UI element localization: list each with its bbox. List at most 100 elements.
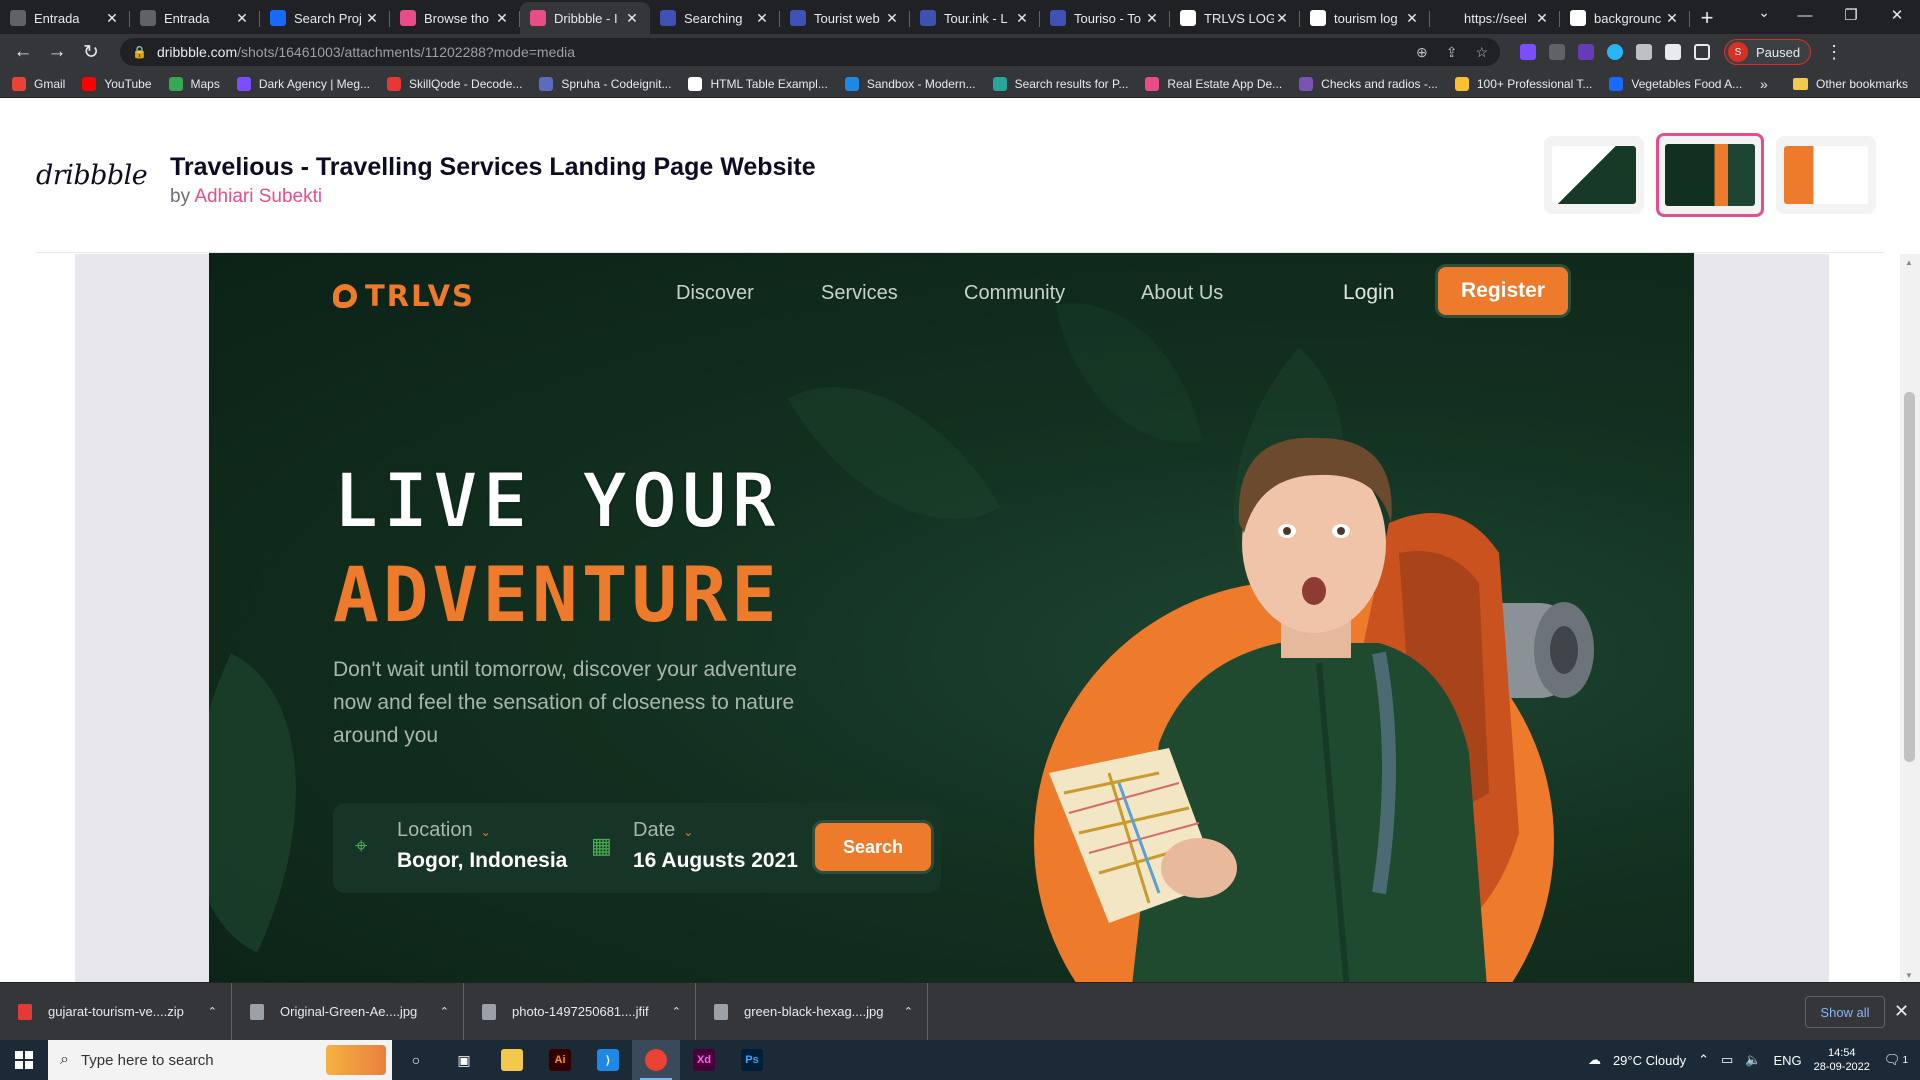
extension-icon[interactable] <box>1520 44 1536 60</box>
download-item[interactable]: photo-1497250681....jfif ⌃ <box>464 982 696 1041</box>
address-bar[interactable]: 🔒 dribbble.com/shots/16461003/attachment… <box>120 38 1500 66</box>
scroll-up-icon[interactable]: ▲ <box>1905 258 1913 267</box>
bookmark-item[interactable]: Spruha - Codeignit... <box>539 76 671 91</box>
puzzle-icon[interactable] <box>1636 44 1652 60</box>
zoom-icon[interactable]: ⊕ <box>1416 44 1428 61</box>
chevron-up-icon[interactable]: ⌃ <box>904 1005 913 1018</box>
browser-tab[interactable]: TRLVS LOGO✕ <box>1170 2 1300 34</box>
cortana-icon[interactable]: ○ <box>392 1040 440 1080</box>
close-tab-icon[interactable]: ✕ <box>1664 10 1680 27</box>
bookmarks-overflow-icon[interactable]: » <box>1760 76 1768 92</box>
bookmark-item[interactable]: Gmail <box>12 76 65 91</box>
show-all-button[interactable]: Show all <box>1805 996 1885 1028</box>
minimize-icon[interactable]: — <box>1782 0 1828 30</box>
attachment-thumbnail[interactable] <box>1776 136 1876 214</box>
chevron-up-icon[interactable]: ⌃ <box>1698 1052 1709 1068</box>
bookmark-item[interactable]: Sandbox - Modern... <box>844 76 976 91</box>
menu-icon[interactable]: ⋮ <box>1825 42 1843 63</box>
page-scrollbar[interactable]: ▲ ▼ <box>1900 254 1920 982</box>
author-link[interactable]: Adhiari Subekti <box>194 186 322 207</box>
chevron-up-icon[interactable]: ⌃ <box>440 1005 449 1018</box>
other-bookmarks[interactable]: Other bookmarks <box>1793 77 1908 91</box>
browser-tab[interactable]: Entrada ✕ <box>130 2 260 34</box>
back-icon[interactable]: ← <box>8 37 38 67</box>
bookmark-item[interactable]: HTML Table Exampl... <box>688 76 828 91</box>
browser-tab[interactable]: Tour.ink - L ✕ <box>910 2 1040 34</box>
extension-icon[interactable] <box>1578 44 1594 60</box>
network-icon[interactable]: ▭ <box>1721 1052 1733 1068</box>
browser-tab[interactable]: Entrada ✕ <box>0 2 130 34</box>
new-tab-icon[interactable]: + <box>1690 2 1724 34</box>
file-explorer-icon[interactable] <box>488 1040 536 1080</box>
bookmark-item[interactable]: Checks and radios -... <box>1299 76 1438 91</box>
close-tab-icon[interactable]: ✕ <box>1274 10 1290 27</box>
scrollbar-thumb[interactable] <box>1904 392 1915 762</box>
bookmark-item[interactable]: Vegetables Food A... <box>1609 76 1742 91</box>
extension-icon[interactable] <box>1607 44 1623 60</box>
browser-tab[interactable]: tourism log ✕ <box>1300 2 1430 34</box>
chevron-up-icon[interactable]: ⌃ <box>672 1005 681 1018</box>
bookmark-item[interactable]: Maps <box>168 76 220 91</box>
bookmark-favicon-icon <box>168 76 183 91</box>
reading-list-icon[interactable] <box>1665 44 1681 60</box>
headline-line-2: ADVENTURE <box>333 550 781 639</box>
browser-tab[interactable]: https://seel ✕ <box>1430 2 1560 34</box>
chrome-icon[interactable] <box>632 1040 680 1080</box>
bookmark-item[interactable]: Search results for P... <box>992 76 1128 91</box>
close-window-icon[interactable]: ✕ <box>1874 0 1920 30</box>
close-tab-icon[interactable]: ✕ <box>234 10 250 27</box>
download-item[interactable]: Original-Green-Ae....jpg ⌃ <box>232 982 464 1041</box>
adobe-xd-icon[interactable]: Xd <box>680 1040 728 1080</box>
extension-icon[interactable] <box>1549 44 1565 60</box>
bookmark-item[interactable]: 100+ Professional T... <box>1454 76 1592 91</box>
close-tab-icon[interactable]: ✕ <box>364 10 380 27</box>
reload-icon[interactable]: ↻ <box>76 37 106 67</box>
attachment-thumbnail[interactable] <box>1544 136 1644 214</box>
browser-tab[interactable]: Searching ✕ <box>650 2 780 34</box>
share-icon[interactable]: ⇪ <box>1446 44 1458 61</box>
browser-tab[interactable]: backgrounc ✕ <box>1560 2 1690 34</box>
dribbble-logo[interactable]: dribbble <box>36 160 148 191</box>
side-panel-icon[interactable] <box>1694 44 1710 60</box>
download-item[interactable]: green-black-hexag....jpg ⌃ <box>696 982 928 1041</box>
download-item[interactable]: gujarat-tourism-ve....zip ⌃ <box>0 982 232 1041</box>
bookmark-item[interactable]: Real Estate App De... <box>1145 76 1282 91</box>
tab-search-icon[interactable]: ⌄ <box>1758 4 1770 21</box>
browser-tab[interactable]: Touriso - To ✕ <box>1040 2 1170 34</box>
taskbar-search[interactable]: ⌕ Type here to search <box>48 1040 392 1080</box>
scroll-down-icon[interactable]: ▼ <box>1905 971 1913 980</box>
clock[interactable]: 14:54 28-09-2022 <box>1814 1046 1870 1074</box>
close-tab-icon[interactable]: ✕ <box>1014 10 1030 27</box>
bookmark-star-icon[interactable]: ☆ <box>1475 44 1488 61</box>
vscode-icon[interactable]: ⟩ <box>584 1040 632 1080</box>
close-tab-icon[interactable]: ✕ <box>494 10 510 27</box>
chevron-up-icon[interactable]: ⌃ <box>208 1005 217 1018</box>
language-indicator[interactable]: ENG <box>1773 1053 1801 1068</box>
task-view-icon[interactable]: ▣ <box>440 1040 488 1080</box>
browser-tab[interactable]: Browse tho ✕ <box>390 2 520 34</box>
weather-text[interactable]: 29°C Cloudy <box>1613 1053 1686 1068</box>
close-tab-icon[interactable]: ✕ <box>1404 10 1420 27</box>
bookmark-item[interactable]: Dark Agency | Meg... <box>236 76 370 91</box>
browser-tab[interactable]: Tourist web ✕ <box>780 2 910 34</box>
close-tab-icon[interactable]: ✕ <box>754 10 770 27</box>
close-tab-icon[interactable]: ✕ <box>624 10 640 27</box>
photoshop-icon[interactable]: Ps <box>728 1040 776 1080</box>
browser-tab[interactable]: Dribbble - I ✕ <box>520 2 650 34</box>
volume-icon[interactable]: 🔈 <box>1745 1052 1761 1068</box>
browser-tab[interactable]: Search Proj ✕ <box>260 2 390 34</box>
bookmark-item[interactable]: SkillQode - Decode... <box>387 76 522 91</box>
close-tab-icon[interactable]: ✕ <box>1534 10 1550 27</box>
close-tab-icon[interactable]: ✕ <box>1144 10 1160 27</box>
illustrator-icon[interactable]: Ai <box>536 1040 584 1080</box>
start-button[interactable] <box>0 1040 48 1080</box>
close-tab-icon[interactable]: ✕ <box>884 10 900 27</box>
profile-button[interactable]: S Paused <box>1724 39 1812 65</box>
close-downloads-icon[interactable]: ✕ <box>1894 1001 1909 1022</box>
bookmark-item[interactable]: YouTube <box>82 76 152 91</box>
maximize-icon[interactable]: ❐ <box>1828 0 1874 30</box>
notification-icon[interactable]: 🗨 <box>1884 1052 1901 1068</box>
close-tab-icon[interactable]: ✕ <box>104 10 120 27</box>
attachment-thumbnail-selected[interactable] <box>1656 133 1764 217</box>
forward-icon[interactable]: → <box>42 37 72 67</box>
